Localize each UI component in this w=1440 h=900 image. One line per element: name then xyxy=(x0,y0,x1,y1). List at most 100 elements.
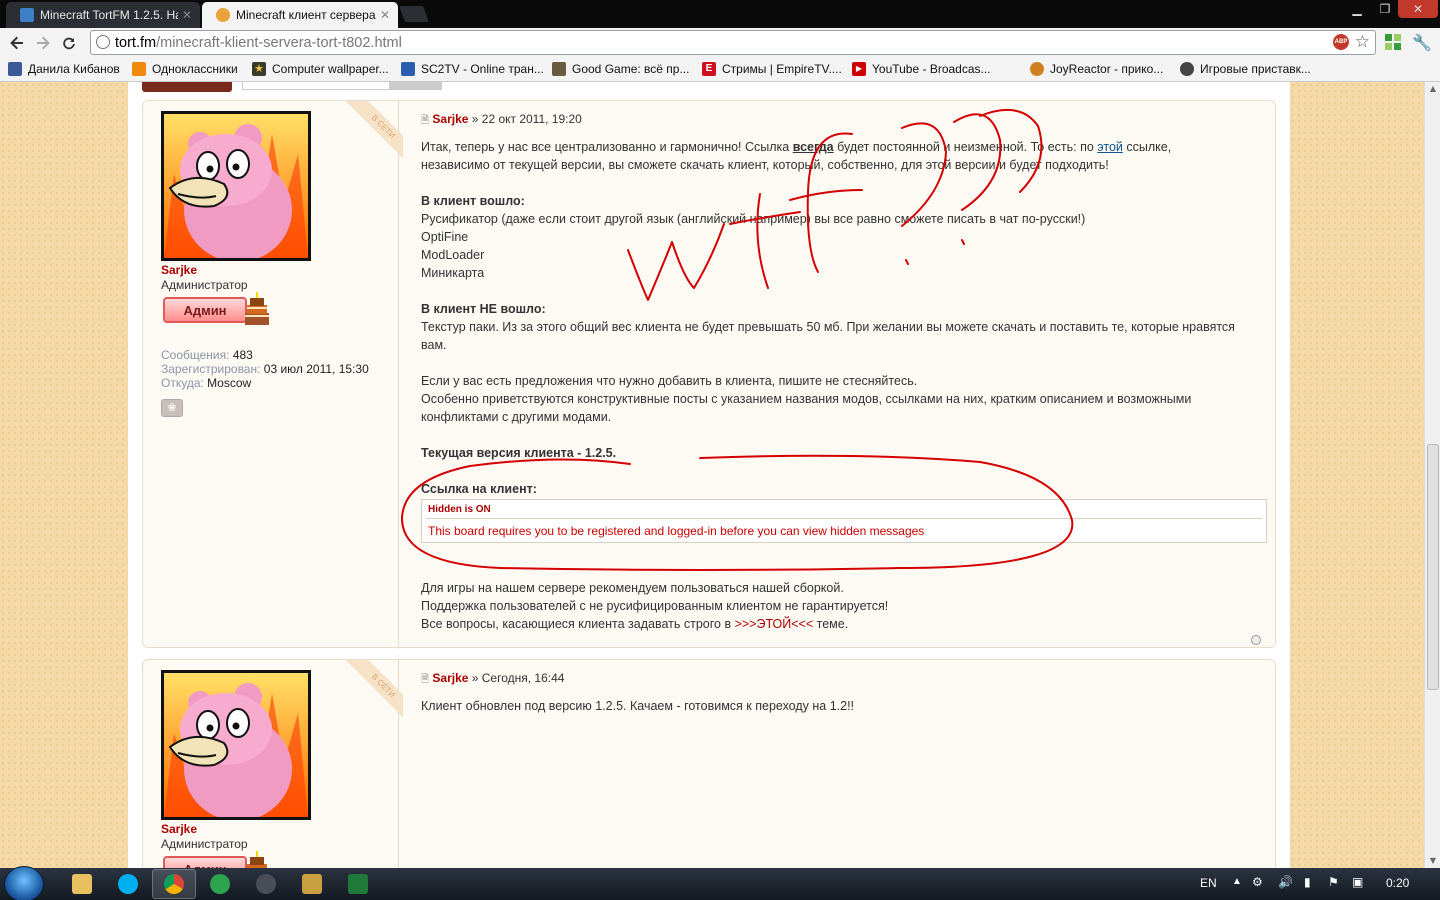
scrollbar-thumb[interactable] xyxy=(1427,444,1439,690)
post-author-name[interactable]: Sarjke xyxy=(161,822,197,836)
text-bold: всегда xyxy=(792,140,834,154)
section-title: Текущая версия клиента - 1.2.5. xyxy=(421,446,617,460)
post-header-author[interactable]: Sarjke xyxy=(432,112,468,126)
bookmark-item[interactable]: Игровые приставк... xyxy=(1180,62,1311,76)
post-1: В СЕТИ Sarjke Администратор Админ Сообще… xyxy=(142,100,1276,649)
url-host: tort.fm xyxy=(115,34,157,51)
post-document-icon[interactable]: 🗎 xyxy=(421,674,429,685)
explorer-taskbar-icon[interactable] xyxy=(60,869,104,899)
rank-badge-label: Админ xyxy=(163,297,247,323)
tab-close-icon[interactable]: ✕ xyxy=(380,8,390,22)
post-line: независимо от текущей версии, вы сможете… xyxy=(421,158,1109,172)
avatar[interactable] xyxy=(161,670,311,820)
post-profile: В СЕТИ xyxy=(143,101,403,649)
utorrent-taskbar-icon[interactable] xyxy=(198,869,242,899)
hidden-message: This board requires you to be registered… xyxy=(428,524,925,538)
rank-badge-label: Админ xyxy=(163,856,247,868)
search-topic-input[interactable] xyxy=(242,82,390,90)
chrome-taskbar-icon[interactable] xyxy=(152,869,196,899)
address-bar[interactable]: tort.fm/minecraft-klient-servera-tort-t8… xyxy=(90,30,1376,55)
youtube-icon: ▶ xyxy=(852,62,866,76)
bookmark-star-icon[interactable]: ☆ xyxy=(1355,32,1370,52)
post-header-sep: » xyxy=(468,671,482,685)
bookmark-item[interactable]: SC2TV - Online тран... xyxy=(401,62,544,76)
topic-link[interactable]: >>>ЭТОЙ<<< xyxy=(735,617,814,631)
hidden-content-box: Hidden is ON This board requires you to … xyxy=(421,499,1267,543)
close-window-icon[interactable]: ✕ xyxy=(1398,0,1438,18)
minimize-icon[interactable]: ▁ xyxy=(1342,0,1372,18)
forward-arrow-icon[interactable] xyxy=(30,30,56,56)
language-indicator[interactable]: EN xyxy=(1200,876,1217,890)
wrench-menu-icon[interactable]: 🔧 xyxy=(1412,33,1432,53)
search-button[interactable] xyxy=(390,82,442,90)
reply-button[interactable] xyxy=(142,82,232,92)
post-line: Если у вас есть предложения что нужно до… xyxy=(421,374,918,388)
bookmark-label: Good Game: всё пр... xyxy=(572,62,690,76)
web-page: В СЕТИ Sarjke Администратор Админ Сообще… xyxy=(0,82,1424,868)
bookmark-label: Стримы | EmpireTV.... xyxy=(722,62,842,76)
post-2: В СЕТИ Sarjke Администратор 🗎 Sarjke » С… xyxy=(142,659,1276,868)
tab-close-icon[interactable]: ✕ xyxy=(182,8,192,22)
steam-taskbar-icon[interactable] xyxy=(244,869,288,899)
restore-icon[interactable]: ❐ xyxy=(1372,0,1398,18)
client-link[interactable]: этой xyxy=(1097,140,1123,154)
vk-icon xyxy=(8,62,22,76)
post-header-author[interactable]: Sarjke xyxy=(432,671,468,685)
bookmark-item[interactable]: Good Game: всё пр... xyxy=(552,62,689,76)
bookmark-label: JoyReactor - прико... xyxy=(1050,62,1164,76)
spreadsheet-taskbar-icon[interactable] xyxy=(336,869,380,899)
extension-icon[interactable] xyxy=(1384,33,1402,51)
monitor-icon[interactable]: ▣ xyxy=(1352,875,1363,889)
steam-tray-icon[interactable]: ⚙ xyxy=(1252,875,1263,889)
bookmarks-bar: Данила Кибанов Одноклассники ★ Computer w… xyxy=(0,58,1440,82)
adblock-icon[interactable]: ABP xyxy=(1333,34,1349,50)
post-line: конфликтами с другими модами. xyxy=(421,410,612,424)
consoles-icon xyxy=(1180,62,1194,76)
flag-icon[interactable]: ⚑ xyxy=(1328,875,1339,889)
stat-key: Сообщения: xyxy=(161,348,230,362)
back-to-top-icon[interactable] xyxy=(1251,635,1261,645)
windows-taskbar: EN ▲ ⚙ 🔊 ▮ ⚑ ▣ 0:20 xyxy=(0,866,1440,900)
post-author-name[interactable]: Sarjke xyxy=(161,263,197,277)
volume-icon[interactable]: 🔊 xyxy=(1278,875,1293,889)
list-item: Миникарта xyxy=(421,266,485,280)
bookmark-item[interactable]: ★ Computer wallpaper... xyxy=(252,62,389,76)
scroll-down-icon[interactable]: ▼ xyxy=(1425,854,1440,868)
tab-title: Minecraft клиент сервера Т xyxy=(236,8,376,22)
avatar[interactable] xyxy=(161,111,311,261)
online-status-label: В СЕТИ xyxy=(343,660,403,724)
vertical-scrollbar[interactable]: ▲ ▼ xyxy=(1424,82,1440,868)
text-segment: ссылке, xyxy=(1122,140,1172,154)
back-arrow-icon[interactable] xyxy=(4,30,30,56)
archive-taskbar-icon[interactable] xyxy=(290,869,334,899)
bookmark-item[interactable]: JoyReactor - прико... xyxy=(1030,62,1163,76)
post-document-icon[interactable]: 🗎 xyxy=(421,115,429,126)
bookmark-item[interactable]: E Стримы | EmpireTV.... xyxy=(702,62,842,76)
bookmark-item[interactable]: ▶ YouTube - Broadcas... xyxy=(852,62,991,76)
network-icon[interactable]: ▮ xyxy=(1304,875,1311,889)
rank-badge: Админ xyxy=(163,850,273,868)
reload-icon[interactable] xyxy=(56,30,82,56)
tray-expand-icon[interactable]: ▲ xyxy=(1232,876,1242,887)
goodgame-icon xyxy=(552,62,566,76)
post-line: Для игры на нашем сервере рекомендуем по… xyxy=(421,581,844,595)
post-line: Все вопросы, касающиеся клиента задавать… xyxy=(421,615,1265,633)
post-date: 22 окт 2011, 19:20 xyxy=(481,112,582,126)
stat-posts: Сообщения: 483 xyxy=(161,348,253,362)
bookmark-item[interactable]: Одноклассники xyxy=(132,62,238,76)
flower-icon[interactable]: ❀ xyxy=(161,399,183,417)
post-header-sep: » xyxy=(468,112,482,126)
skype-taskbar-icon[interactable] xyxy=(106,869,150,899)
bookmark-item[interactable]: Данила Кибанов xyxy=(8,62,120,76)
start-button[interactable] xyxy=(4,866,44,900)
tab-minecraft-klient[interactable]: Minecraft клиент сервера Т ✕ xyxy=(202,2,398,28)
clock[interactable]: 0:20 xyxy=(1386,876,1409,890)
text-segment: Итак, теперь у нас все централизованно и… xyxy=(421,140,793,154)
odnoklassniki-icon xyxy=(132,62,146,76)
new-tab-button[interactable] xyxy=(399,6,429,22)
post-author-rank: Администратор xyxy=(161,278,248,292)
bookmark-label: Одноклассники xyxy=(152,62,238,76)
post-line: вам. xyxy=(421,338,447,352)
tab-minecraft-tortfm[interactable]: Minecraft TortFM 1.2.5. Нас ✕ xyxy=(6,2,200,28)
scroll-up-icon[interactable]: ▲ xyxy=(1425,82,1440,96)
